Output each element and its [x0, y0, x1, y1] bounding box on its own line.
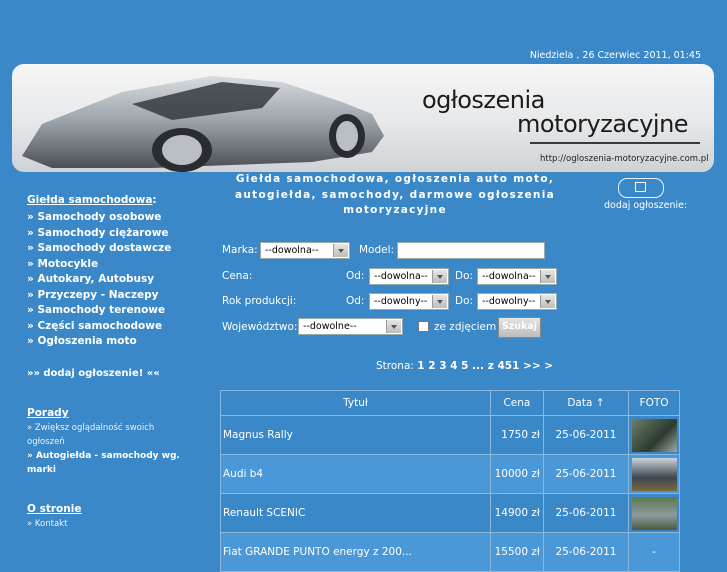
listing-price: 15500 zł [489, 532, 544, 572]
table-row[interactable]: Fiat GRANDE PUNTO energy z 200... 15500 … [220, 532, 680, 572]
sidebar: Giełda samochodowa: » Samochody osobowe … [0, 180, 208, 531]
listing-no-photo: - [628, 532, 680, 572]
sidebar-section-colon: : [152, 194, 157, 206]
cena-label: Cena: [222, 270, 253, 282]
sidebar-item-ogloszenia-moto[interactable]: » Ogłoszenia moto [27, 334, 208, 350]
table-row[interactable]: Magnus Rally 1750 zł 25-06-2011 [220, 415, 680, 455]
document-icon [635, 182, 646, 192]
wojewodztwo-select[interactable]: --dowolne-- [298, 318, 403, 335]
col-header-date[interactable]: Data ↑ [542, 390, 630, 416]
sidebar-section-porady[interactable]: Porady [27, 407, 208, 419]
listing-thumbnail[interactable] [631, 418, 677, 452]
sidebar-item-ciezarowe[interactable]: » Samochody ciężarowe [27, 226, 208, 242]
sidebar-section-o-stronie[interactable]: O stronie [27, 503, 208, 515]
wojewodztwo-value: --dowolne-- [303, 321, 357, 332]
sidebar-add-listing-link[interactable]: »» dodaj ogłoszenie! «« [27, 366, 208, 382]
listing-title[interactable]: Fiat GRANDE PUNTO energy z 200... [220, 532, 491, 572]
photo-checkbox-label: ze zdjęciem [434, 321, 497, 333]
cena-do-select[interactable]: --dowolna-- [477, 268, 557, 285]
rok-label: Rok produkcji: [222, 295, 297, 307]
chevron-down-icon [432, 270, 447, 283]
table-row[interactable]: Renault SCENIC 14900 zł 25-06-2011 [220, 493, 680, 533]
cena-do-label: Do: [455, 270, 474, 282]
sidebar-item-autogielda[interactable]: » Autogiełda - samochody wg. marki [27, 449, 187, 477]
sidebar-item-osobowe[interactable]: » Samochody osobowe [27, 210, 208, 226]
listing-title[interactable]: Magnus Rally [220, 415, 491, 455]
cena-od-select[interactable]: --dowolna-- [369, 268, 449, 285]
listing-price: 1750 zł [489, 415, 544, 455]
listing-title[interactable]: Renault SCENIC [220, 493, 491, 533]
marka-label: Marka: [222, 244, 258, 256]
sidebar-item-autokary[interactable]: » Autokary, Autobusy [27, 272, 208, 288]
sidebar-item-czesci[interactable]: » Części samochodowe [27, 319, 208, 335]
logo-underline [530, 142, 700, 144]
sidebar-item-przyczepy[interactable]: » Przyczepy - Naczepy [27, 288, 208, 304]
model-label: Model: [359, 244, 395, 256]
pagination: Strona: 1 2 3 4 5 ... z 451 >> > [376, 360, 553, 372]
chevron-down-icon [333, 244, 348, 257]
sidebar-item-terenowe[interactable]: » Samochody terenowe [27, 303, 208, 319]
chevron-down-icon [540, 295, 555, 308]
chevron-down-icon [432, 295, 447, 308]
cena-od-label: Od: [346, 270, 365, 282]
rok-do-select[interactable]: --dowolny-- [477, 293, 557, 310]
logo-text-line2: motoryzacyjne [517, 110, 689, 138]
add-listing-button[interactable] [618, 178, 664, 198]
col-header-price[interactable]: Cena [489, 390, 544, 416]
car-illustration [22, 76, 384, 172]
listing-date: 25-06-2011 [542, 532, 630, 572]
sidebar-item-dostawcze[interactable]: » Samochody dostawcze [27, 241, 208, 257]
rok-do-value: --dowolny-- [482, 296, 536, 307]
site-tagline: Giełda samochodowa, ogłoszenia auto moto… [235, 173, 555, 216]
listing-title[interactable]: Audi b4 [220, 454, 491, 494]
listing-date: 25-06-2011 [542, 454, 630, 494]
rok-do-label: Do: [455, 295, 474, 307]
chevron-down-icon [386, 320, 401, 333]
rok-od-value: --dowolny-- [374, 296, 428, 307]
listing-thumbnail[interactable] [631, 457, 677, 491]
site-url: http://ogloszenia-motoryzacyjne.com.pl [540, 154, 709, 164]
add-listing-label: dodaj ogłoszenie: [604, 200, 688, 211]
model-input[interactable] [397, 242, 545, 259]
current-date: Niedziela , 26 Czerwiec 2011, 01:45 [529, 50, 701, 61]
sidebar-item-kontakt[interactable]: » Kontakt [27, 517, 208, 531]
listing-date: 25-06-2011 [542, 415, 630, 455]
col-header-title[interactable]: Tytuł [220, 390, 491, 416]
listing-thumbnail[interactable] [631, 496, 677, 530]
rok-od-label: Od: [346, 295, 365, 307]
chevron-down-icon [540, 270, 555, 283]
sidebar-item-zwieksz[interactable]: » Zwiększ oglądalność swoich ogłoszeń [27, 421, 177, 449]
marka-select-value: --dowolna-- [265, 245, 319, 256]
listing-date: 25-06-2011 [542, 493, 630, 533]
sidebar-item-motocykle[interactable]: » Motocykle [27, 257, 208, 273]
header-banner: ogłoszenia motoryzacyjne http://ogloszen… [12, 64, 714, 172]
marka-select[interactable]: --dowolna-- [260, 242, 350, 259]
pagination-links[interactable]: 1 2 3 4 5 ... z 451 >> > [417, 360, 553, 372]
col-header-photo: FOTO [628, 390, 680, 416]
search-button[interactable]: Szukaj [498, 317, 541, 338]
cena-do-value: --dowolna-- [482, 271, 536, 282]
photo-checkbox[interactable] [418, 321, 429, 332]
listing-price: 14900 zł [489, 493, 544, 533]
rok-od-select[interactable]: --dowolny-- [369, 293, 449, 310]
cena-od-value: --dowolna-- [374, 271, 428, 282]
pagination-prefix: Strona: [376, 360, 414, 372]
table-row[interactable]: Audi b4 10000 zł 25-06-2011 [220, 454, 680, 494]
listing-price: 10000 zł [489, 454, 544, 494]
wojewodztwo-label: Województwo: [222, 321, 298, 333]
sidebar-section-gielda[interactable]: Giełda samochodowa [27, 194, 152, 206]
